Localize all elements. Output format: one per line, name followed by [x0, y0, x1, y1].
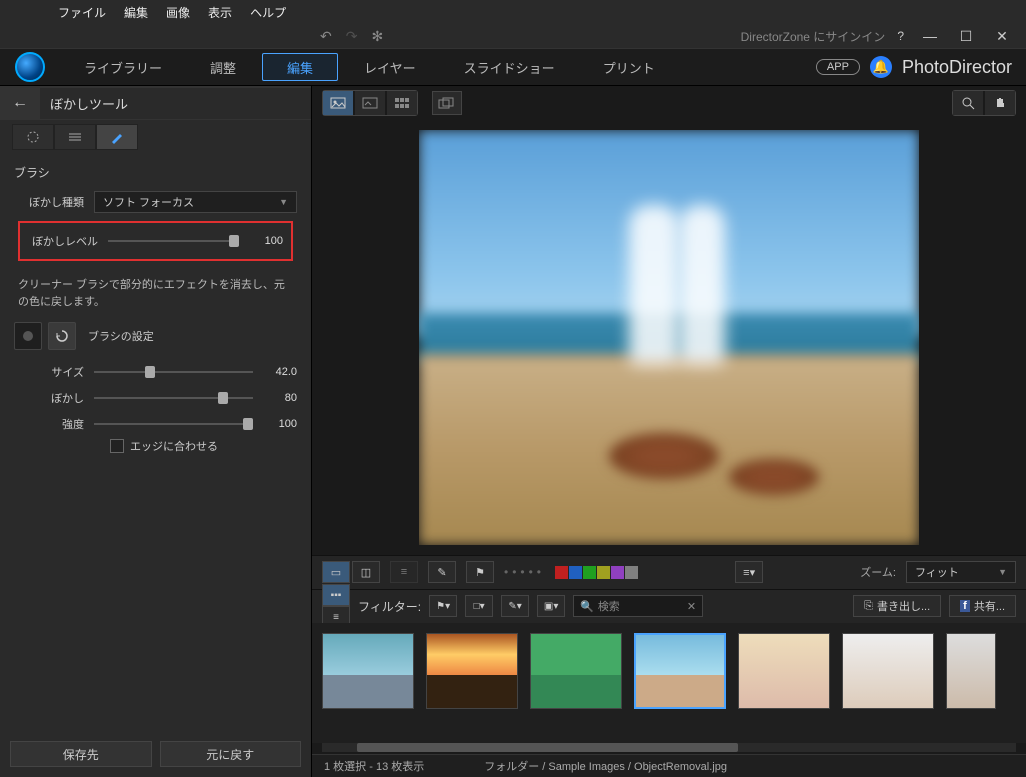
selection-status: 1 枚選択 - 13 枚表示: [324, 758, 424, 774]
thumbnail-scrollbar[interactable]: [322, 743, 1016, 752]
minimize-button[interactable]: —: [916, 28, 944, 45]
redo-icon[interactable]: ↷: [346, 28, 358, 45]
size-slider[interactable]: [94, 371, 253, 373]
thumbnail[interactable]: [530, 633, 622, 709]
tab-editing[interactable]: 編集: [262, 53, 338, 81]
eyedropper-icon[interactable]: ✎: [428, 561, 456, 583]
thumbnail[interactable]: [738, 633, 830, 709]
flag-icon[interactable]: ⚑: [466, 561, 494, 583]
menu-view[interactable]: 表示: [208, 4, 232, 21]
pan-tool-icon[interactable]: [985, 91, 1015, 115]
sort-icon[interactable]: ≡▾: [735, 561, 763, 583]
menu-help[interactable]: ヘルプ: [250, 4, 286, 21]
blur-value: 80: [253, 392, 297, 404]
close-button[interactable]: ✕: [988, 28, 1016, 45]
filter-label-icon[interactable]: □▾: [465, 595, 493, 617]
file-path: フォルダー / Sample Images / ObjectRemoval.jp…: [484, 758, 727, 774]
mode-linear[interactable]: [54, 124, 96, 150]
export-button[interactable]: ⎘書き出し...: [853, 595, 941, 617]
directorzone-link[interactable]: DirectorZone にサインイン: [741, 28, 886, 45]
facebook-icon: f: [960, 600, 970, 612]
share-button[interactable]: f共有...: [949, 595, 1016, 617]
undo-icon[interactable]: ↶: [320, 28, 332, 45]
blur-level-value: 100: [239, 235, 283, 247]
brand-label: PhotoDirector: [902, 57, 1012, 78]
save-button[interactable]: 保存先: [10, 741, 152, 767]
color-labels[interactable]: [555, 566, 638, 579]
size-label: サイズ: [14, 364, 94, 380]
thumbnail[interactable]: [322, 633, 414, 709]
rating-dots[interactable]: •••••: [504, 565, 545, 579]
zoom-tool-icon[interactable]: [953, 91, 983, 115]
blur-type-dropdown[interactable]: ソフト フォーカス ▼: [94, 191, 297, 213]
strength-label: 強度: [14, 416, 94, 432]
filter-flag-icon[interactable]: ⚑▾: [429, 595, 457, 617]
cleaner-description: クリーナー ブラシで部分的にエフェクトを消去し、元の色に戻します。: [14, 269, 297, 318]
thumbnail-strip: [312, 623, 1026, 743]
brush-settings-label: ブラシの設定: [88, 328, 154, 344]
fit-edges-label: エッジに合わせる: [130, 438, 218, 454]
blur-level-slider[interactable]: [108, 240, 239, 242]
reset-button[interactable]: 元に戻す: [160, 741, 302, 767]
thumbnail[interactable]: [426, 633, 518, 709]
tab-slideshow[interactable]: スライドショー: [440, 49, 579, 85]
menu-file[interactable]: ファイル: [58, 4, 106, 21]
thumb-view-icon[interactable]: ▪▪▪: [322, 584, 350, 606]
size-value: 42.0: [253, 366, 297, 378]
blur-level-label: ぼかしレベル: [28, 233, 108, 249]
search-icon: 🔍: [580, 600, 594, 613]
back-button[interactable]: ←: [0, 94, 40, 112]
zoom-label: ズーム:: [860, 564, 896, 580]
zoom-dropdown[interactable]: フィット ▼: [906, 561, 1016, 583]
blur-type-label: ぼかし種類: [14, 194, 94, 210]
histogram-icon[interactable]: ≡: [390, 561, 418, 583]
thumbnail[interactable]: [946, 633, 996, 709]
chevron-down-icon: ▼: [279, 197, 288, 207]
filter-stack-icon[interactable]: ▣▾: [537, 595, 565, 617]
tab-print[interactable]: プリント: [579, 49, 679, 85]
view-compare-icon[interactable]: [355, 91, 385, 115]
filter-edit-icon[interactable]: ✎▾: [501, 595, 529, 617]
export-icon: ⎘: [864, 600, 873, 613]
search-placeholder: 検索: [598, 598, 620, 614]
search-input[interactable]: 🔍 検索 ✕: [573, 595, 703, 617]
strength-value: 100: [253, 418, 297, 430]
blur-label: ぼかし: [14, 390, 94, 406]
thumbnail-selected[interactable]: [634, 633, 726, 709]
view-grid-icon[interactable]: [387, 91, 417, 115]
view-single-icon[interactable]: [323, 91, 353, 115]
filter-label: フィルター:: [358, 598, 421, 615]
strength-slider[interactable]: [94, 423, 253, 425]
help-icon[interactable]: ?: [897, 29, 904, 43]
eraser-round-icon[interactable]: [14, 322, 42, 350]
notification-icon[interactable]: 🔔: [870, 56, 892, 78]
section-brush: ブラシ: [14, 164, 297, 181]
compare-split-icon[interactable]: ◫: [352, 561, 380, 583]
chevron-down-icon: ▼: [998, 567, 1007, 577]
view-multi-icon[interactable]: [432, 91, 462, 115]
menu-edit[interactable]: 編集: [124, 4, 148, 21]
blur-slider[interactable]: [94, 397, 253, 399]
tab-adjust[interactable]: 調整: [186, 49, 260, 85]
compare-single-icon[interactable]: ▭: [322, 561, 350, 583]
tool-title: ぼかしツール: [40, 88, 311, 119]
clear-search-icon[interactable]: ✕: [687, 600, 696, 613]
menu-image[interactable]: 画像: [166, 4, 190, 21]
settings-icon[interactable]: ✻: [371, 28, 383, 45]
mode-radial[interactable]: [12, 124, 54, 150]
mode-brush[interactable]: [96, 124, 138, 150]
tab-library[interactable]: ライブラリー: [60, 49, 186, 85]
app-badge[interactable]: APP: [816, 59, 860, 75]
image-preview[interactable]: [419, 130, 919, 545]
app-logo: [0, 49, 60, 85]
maximize-button[interactable]: ☐: [952, 28, 980, 45]
fit-edges-checkbox[interactable]: [110, 439, 124, 453]
tab-layer[interactable]: レイヤー: [340, 49, 440, 85]
thumbnail[interactable]: [842, 633, 934, 709]
blur-level-highlight: ぼかしレベル 100: [18, 221, 293, 261]
eraser-reset-icon[interactable]: [48, 322, 76, 350]
